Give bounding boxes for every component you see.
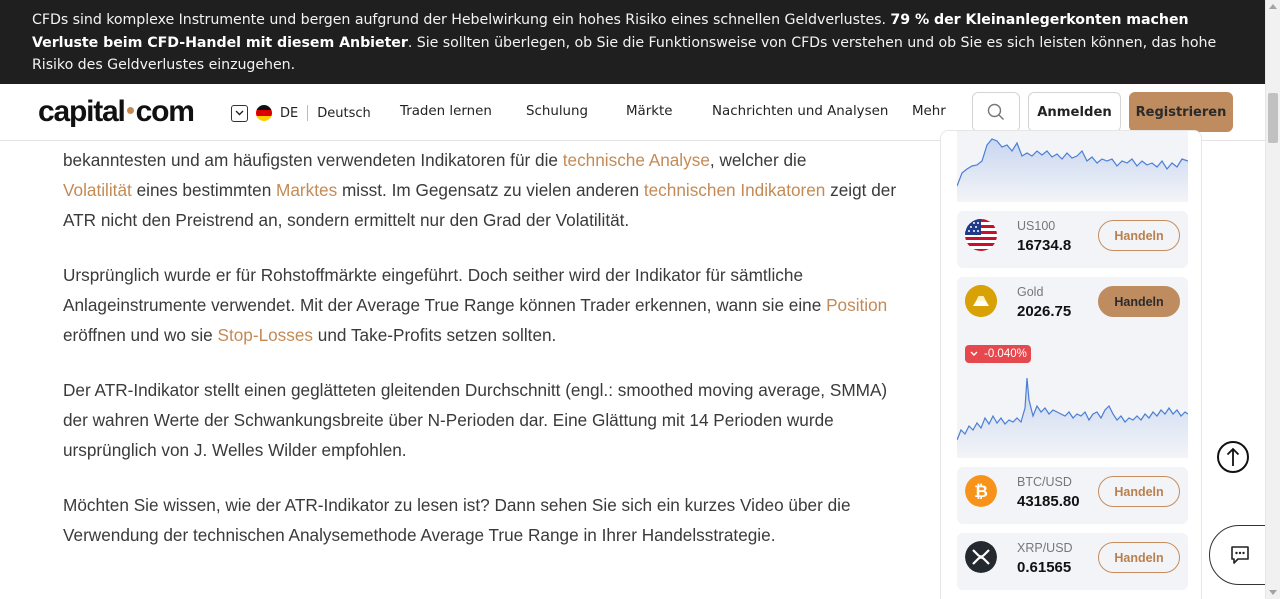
chat-icon (1231, 546, 1249, 564)
arrow-up-icon (1226, 447, 1240, 466)
trade-button[interactable]: Handeln (1098, 220, 1180, 251)
market-price: 43185.80 (1017, 493, 1080, 510)
trade-button[interactable]: Handeln (1098, 476, 1180, 507)
link-marktes[interactable]: Marktes (276, 180, 337, 200)
market-price: 2026.75 (1017, 303, 1072, 320)
link-technische-analyse[interactable]: technische Analyse (563, 150, 710, 170)
article-paragraph: Der ATR-Indikator stellt einen geglättet… (63, 380, 888, 460)
scroll-to-top-button[interactable] (1217, 441, 1249, 473)
risk-text: CFDs sind komplexe Instrumente und berge… (32, 12, 891, 28)
language-divider (307, 105, 309, 121)
scrollbar-thumb[interactable] (1268, 93, 1278, 143)
article-paragraph: Möchten Sie wissen, wie der ATR-Indikato… (63, 495, 851, 545)
link-technischen-indikatoren[interactable]: technischen Indikatoren (644, 180, 826, 200)
scroll-down-arrow-icon[interactable] (1269, 590, 1277, 595)
market-name: Gold (1017, 285, 1044, 299)
chevron-down-icon (231, 104, 248, 122)
bitcoin-icon: ₿ (965, 475, 997, 507)
link-stop-losses[interactable]: Stop-Losses (217, 325, 313, 345)
market-name: XRP/USD (1017, 541, 1073, 555)
market-item-xrpusd[interactable]: XRP/USD 0.61565 Handeln (957, 533, 1188, 590)
link-position[interactable]: Position (826, 295, 887, 315)
register-button[interactable]: Registrieren (1129, 92, 1233, 132)
market-price: 0.61565 (1017, 559, 1072, 576)
gold-icon (965, 285, 997, 317)
germany-flag-icon (256, 105, 272, 121)
markets-widget: US100 16734.8 Handeln Gold 2026.75 Hande… (940, 130, 1202, 599)
market-name: BTC/USD (1017, 475, 1072, 489)
trade-button[interactable]: Handeln (1098, 286, 1180, 317)
search-button[interactable] (972, 92, 1020, 132)
article-paragraph: bekanntesten und am häufigsten verwendet… (63, 150, 897, 230)
market-item-gold[interactable]: Gold 2026.75 Handeln -0.040% (957, 277, 1188, 458)
market-price: 16734.8 (1017, 237, 1072, 254)
xrp-icon (965, 541, 997, 573)
capital-com-logo[interactable]: capital com (38, 94, 195, 130)
article-content: bekanntesten und am häufigsten verwendet… (63, 145, 913, 575)
chat-button[interactable] (1209, 525, 1271, 585)
price-change-badge: -0.040% (965, 345, 1031, 363)
search-icon (987, 103, 1004, 120)
language-selector[interactable]: DE Deutsch (231, 103, 371, 123)
market-item-us100[interactable]: US100 16734.8 Handeln (957, 211, 1188, 268)
market-name: US100 (1017, 219, 1056, 233)
market-chart-card-partial[interactable] (957, 131, 1188, 202)
scroll-up-arrow-icon[interactable] (1269, 4, 1277, 9)
risk-warning-banner: CFDs sind komplexe Instrumente und berge… (0, 0, 1265, 84)
nav-mehr[interactable]: Mehr (912, 104, 946, 119)
language-name: Deutsch (317, 105, 371, 121)
article-paragraph: Ursprünglich wurde er für Rohstoffmärkte… (63, 265, 888, 345)
link-volatilitaet[interactable]: Volatilität (63, 180, 132, 200)
us-flag-icon (965, 219, 997, 251)
sparkline-chart (957, 138, 1188, 202)
nav-traden-lernen[interactable]: Traden lernen (400, 104, 492, 119)
nav-maerkte[interactable]: Märkte (626, 104, 673, 119)
svg-text:₿: ₿ (974, 482, 988, 501)
market-item-btcusd[interactable]: ₿ BTC/USD 43185.80 Handeln (957, 467, 1188, 524)
nav-nachrichten-und-analysen[interactable]: Nachrichten und Analysen (712, 104, 888, 119)
chevron-down-icon (970, 351, 978, 356)
sparkline-chart (957, 377, 1188, 458)
trade-button[interactable]: Handeln (1098, 542, 1180, 573)
login-button[interactable]: Anmelden (1028, 92, 1121, 132)
language-code: DE (280, 105, 299, 121)
page-scrollbar[interactable] (1265, 0, 1280, 599)
nav-schulung[interactable]: Schulung (526, 104, 588, 119)
